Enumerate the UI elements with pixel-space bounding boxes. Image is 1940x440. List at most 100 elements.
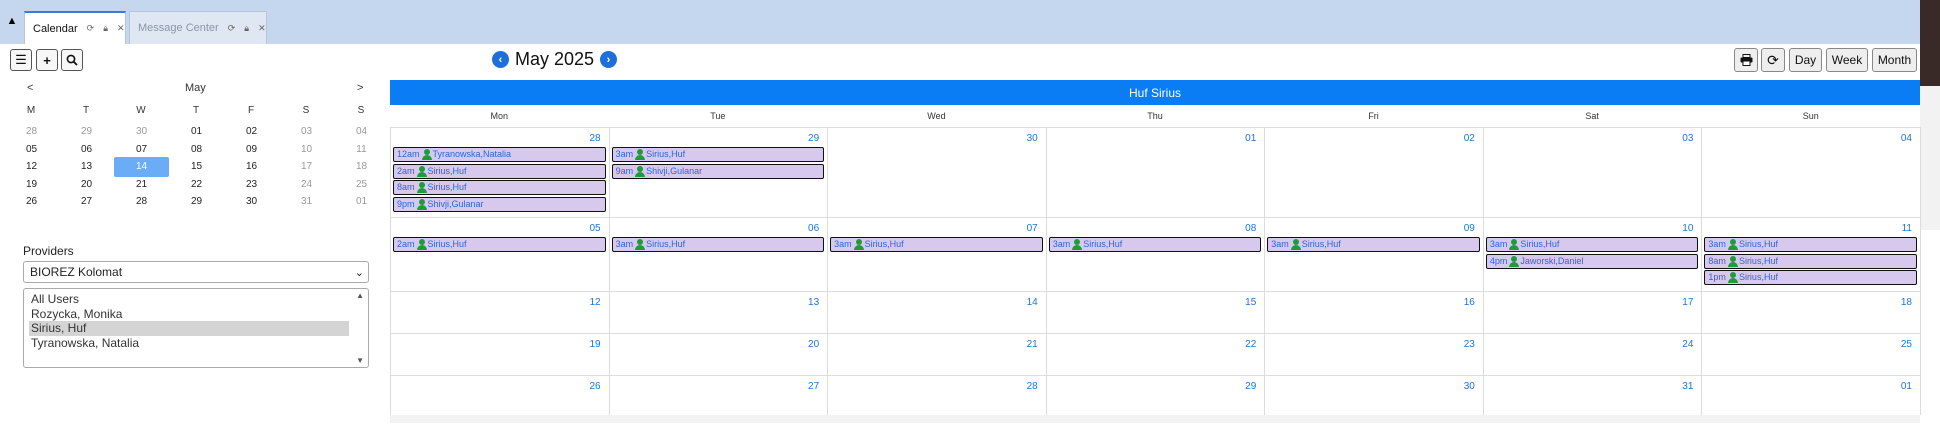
appointment-event[interactable]: 9am Shivji,Gulanar <box>611 163 825 179</box>
provider-option[interactable]: Sirius, Huf <box>29 321 349 336</box>
day-number-link[interactable]: 21 <box>998 339 1038 350</box>
appointment-event[interactable]: 3am Sirius,Huf <box>1704 237 1917 252</box>
day-number-link[interactable]: 14 <box>998 297 1038 308</box>
close-icon[interactable]: ✕ <box>117 23 125 34</box>
appointment-event[interactable]: 3am Sirius,Huf <box>1267 237 1480 252</box>
mini-next-month[interactable]: > <box>357 82 363 94</box>
day-number-link[interactable]: 17 <box>1653 297 1693 308</box>
mini-calendar-day[interactable]: 27 <box>59 192 114 212</box>
day-number-link[interactable]: 07 <box>998 223 1038 234</box>
appointment-event[interactable]: 2am Sirius,Huf <box>393 237 606 252</box>
day-number-link[interactable]: 24 <box>1653 339 1693 350</box>
provider-option[interactable]: Tyranowska, Natalia <box>29 336 349 351</box>
scrollbar[interactable] <box>1920 86 1940 230</box>
week-view-button[interactable]: Week <box>1826 48 1868 72</box>
add-button[interactable]: + <box>36 49 58 71</box>
scroll-down-icon[interactable]: ▼ <box>356 356 364 365</box>
person-icon <box>1509 255 1520 267</box>
appointment-event[interactable]: 3am Sirius,Huf <box>830 237 1043 252</box>
appointment-event[interactable]: 12am Tyranowska,Natalia <box>393 147 606 162</box>
day-number-link[interactable]: 29 <box>779 133 819 144</box>
provider-option[interactable]: All Users <box>29 292 349 307</box>
event-patient-name: Sirius,Huf <box>1301 239 1341 249</box>
refresh-button[interactable]: ⟳ <box>1761 48 1785 72</box>
day-number-link[interactable]: 30 <box>1435 381 1475 392</box>
refresh-icon[interactable]: ⟳ <box>87 23 95 34</box>
person-icon <box>635 149 646 160</box>
day-number-link[interactable]: 30 <box>998 133 1038 144</box>
mini-calendar-day[interactable]: 26 <box>4 192 59 212</box>
day-number-link[interactable]: 27 <box>779 381 819 392</box>
person-icon <box>635 239 646 250</box>
day-number-link[interactable]: 10 <box>1653 223 1693 234</box>
day-number-link[interactable]: 01 <box>1216 133 1256 144</box>
day-number-link[interactable]: 06 <box>779 223 819 234</box>
day-number-link[interactable]: 25 <box>1872 339 1912 350</box>
day-number-link[interactable]: 09 <box>1435 223 1475 234</box>
scroll-up-icon[interactable]: ▲ <box>356 291 364 300</box>
mini-calendar-day[interactable]: 29 <box>169 192 224 212</box>
day-number-link[interactable]: 11 <box>1872 223 1912 234</box>
appointment-event[interactable]: 2am Sirius,Huf <box>393 163 606 179</box>
search-button[interactable] <box>61 49 83 71</box>
event-time: 3am <box>1052 239 1071 249</box>
day-number-link[interactable]: 31 <box>1653 381 1693 392</box>
day-number-link[interactable]: 13 <box>779 297 819 308</box>
menu-button[interactable]: ☰ <box>10 49 32 71</box>
provider-option[interactable]: Rozycka, Monika <box>29 307 349 322</box>
refresh-icon[interactable]: ⟳ <box>228 23 236 34</box>
weekday-header: Thu <box>1147 111 1163 121</box>
facility-select[interactable]: BIOREZ Kolomat ⌄ <box>23 261 369 283</box>
appointment-event[interactable]: 3am Sirius,Huf <box>611 237 825 252</box>
day-number-link[interactable]: 12 <box>561 297 600 308</box>
event-time: 3am <box>615 149 634 159</box>
appointment-event[interactable]: 8am Sirius,Huf <box>393 180 606 195</box>
appointment-event[interactable]: 3am Sirius,Huf <box>1485 237 1699 252</box>
tab-calendar[interactable]: Calendar ⟳ 🔒︎ ✕ <box>24 11 126 44</box>
day-number-link[interactable]: 16 <box>1435 297 1475 308</box>
day-number-link[interactable]: 28 <box>561 133 600 144</box>
mini-calendar-day[interactable]: 30 <box>224 192 279 212</box>
day-number-link[interactable]: 20 <box>779 339 819 350</box>
mini-calendar-day[interactable]: 28 <box>114 192 169 212</box>
day-number-link[interactable]: 22 <box>1216 339 1256 350</box>
day-number-link[interactable]: 23 <box>1435 339 1475 350</box>
day-number-link[interactable]: 19 <box>561 339 600 350</box>
day-view-button[interactable]: Day <box>1789 48 1822 72</box>
prev-month-button[interactable]: ‹ <box>492 51 509 68</box>
lock-icon[interactable]: 🔒︎ <box>244 23 249 34</box>
day-number-link[interactable]: 05 <box>561 223 600 234</box>
mini-calendar-day[interactable]: 01 <box>334 192 389 212</box>
print-button[interactable] <box>1734 48 1758 72</box>
person-icon <box>421 149 432 160</box>
day-number-link[interactable]: 04 <box>1872 133 1912 144</box>
appointment-event[interactable]: 9pm Shivji,Gulanar <box>393 196 606 212</box>
collapse-arrow-icon[interactable]: ▲ <box>4 13 20 29</box>
appointment-event[interactable]: 4pm Jaworski,Daniel <box>1485 253 1699 269</box>
provider-listbox[interactable]: All Users Rozycka, Monika Sirius, Huf Tyran… <box>23 288 369 368</box>
appointment-event[interactable]: 8am Sirius,Huf <box>1704 253 1917 269</box>
month-view-button[interactable]: Month <box>1872 48 1917 72</box>
day-number-link[interactable]: 28 <box>998 381 1038 392</box>
day-number-link[interactable]: 15 <box>1216 297 1256 308</box>
event-patient-name: Sirius,Huf <box>646 239 686 249</box>
tab-message-center[interactable]: Message Center ⟳ 🔒︎ ✕ <box>129 11 267 44</box>
day-number-link[interactable]: 08 <box>1216 223 1256 234</box>
mini-calendar-day[interactable]: 31 <box>279 192 334 212</box>
mini-prev-month[interactable]: < <box>27 82 33 94</box>
lock-icon[interactable]: 🔒︎ <box>103 23 108 34</box>
weekday-header: Mon <box>490 111 509 121</box>
day-number-link[interactable]: 01 <box>1872 381 1912 392</box>
day-number-link[interactable]: 03 <box>1653 133 1693 144</box>
appointment-event[interactable]: 1pm Sirius,Huf <box>1704 270 1917 285</box>
day-number-link[interactable]: 26 <box>561 381 600 392</box>
day-number-link[interactable]: 18 <box>1872 297 1912 308</box>
close-icon[interactable]: ✕ <box>258 23 266 34</box>
next-month-button[interactable]: › <box>600 51 617 68</box>
menu-icon: ☰ <box>15 52 27 67</box>
person-icon <box>416 198 427 210</box>
day-number-link[interactable]: 29 <box>1216 381 1256 392</box>
appointment-event[interactable]: 3am Sirius,Huf <box>1048 237 1262 252</box>
appointment-event[interactable]: 3am Sirius,Huf <box>611 147 825 162</box>
day-number-link[interactable]: 02 <box>1435 133 1475 144</box>
